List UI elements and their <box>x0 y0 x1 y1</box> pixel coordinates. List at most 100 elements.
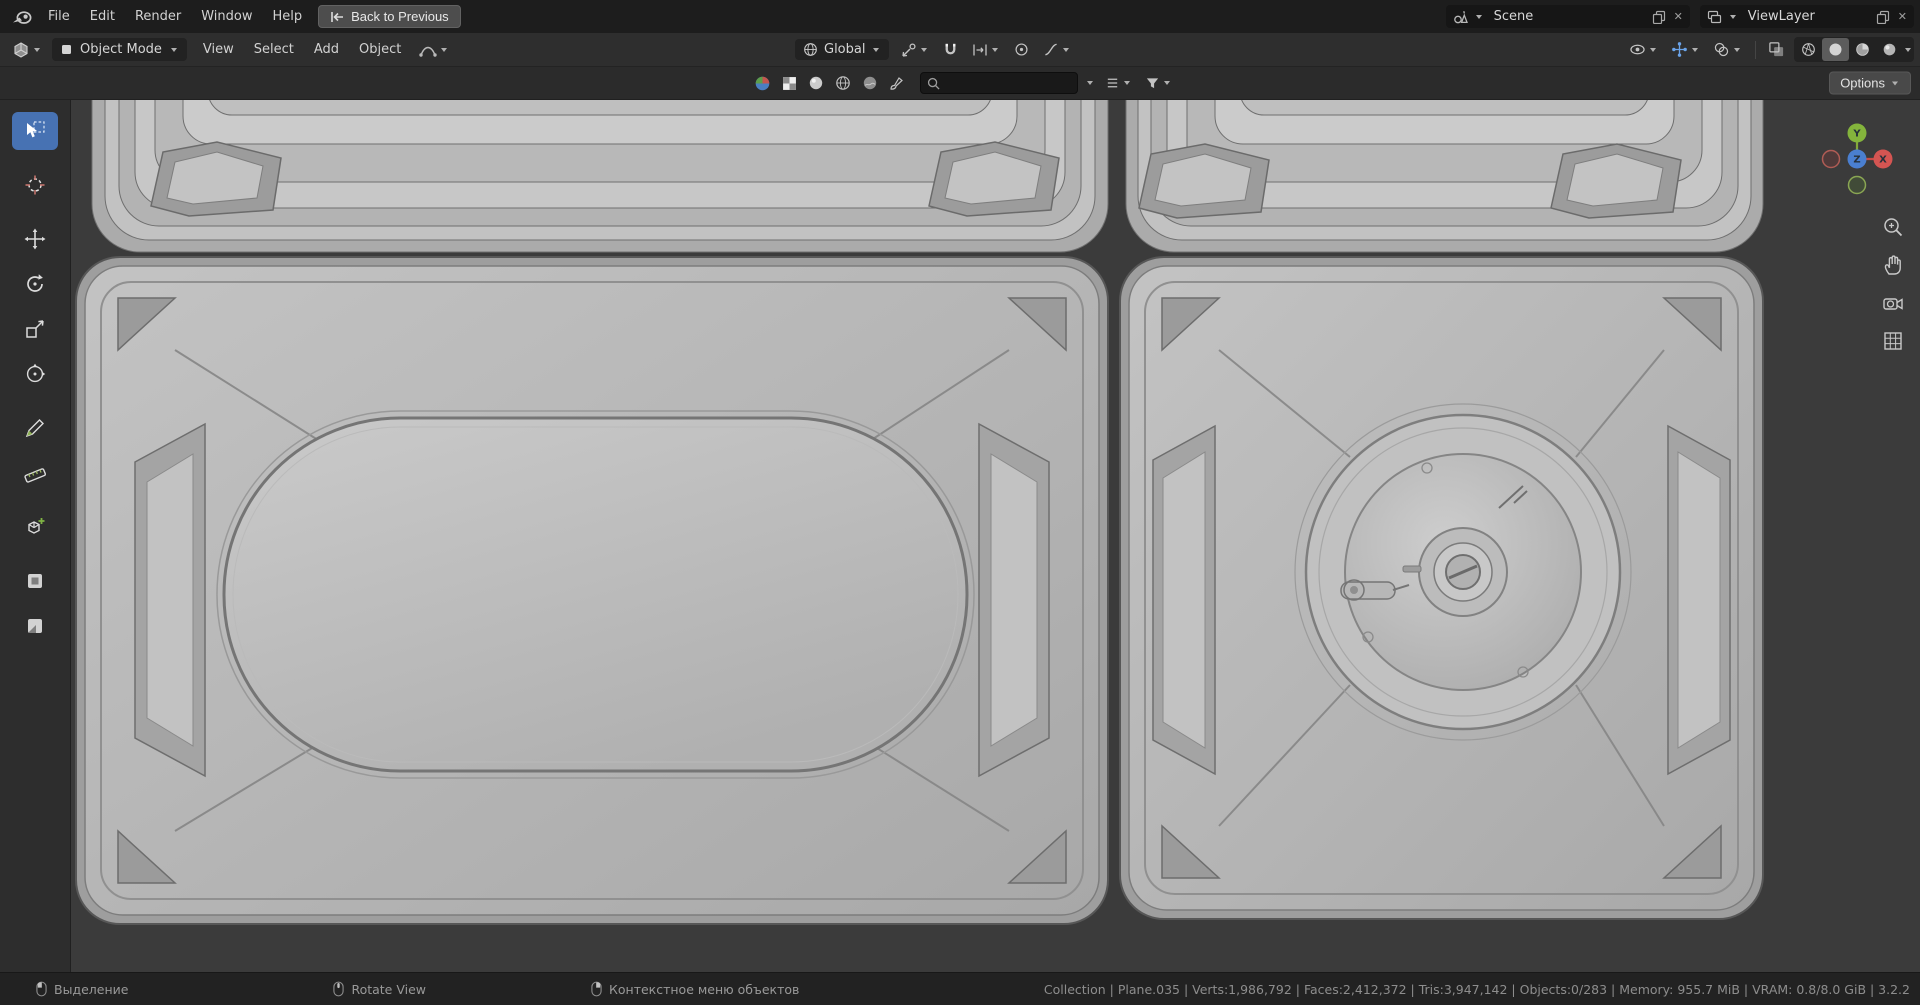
blender-logo-icon[interactable] <box>6 9 38 25</box>
falloff-selector[interactable] <box>1040 40 1074 59</box>
tool-transform[interactable] <box>12 355 58 393</box>
shading-solid-button[interactable] <box>1822 38 1849 61</box>
hint-rotate-view: Rotate View <box>333 981 426 997</box>
proportional-projected-icon[interactable] <box>1012 40 1031 59</box>
chevron-down-icon <box>873 47 880 52</box>
copy-viewlayer-icon[interactable] <box>1874 10 1892 24</box>
filter-selector[interactable] <box>1142 74 1175 92</box>
viewlayer-icon[interactable] <box>1705 10 1724 24</box>
annotate-pencil-icon <box>25 419 44 438</box>
viewport-menus: View Select Add Object <box>193 38 411 61</box>
orientation-selector[interactable]: Global <box>795 39 890 60</box>
chevron-down-icon[interactable] <box>1087 81 1093 85</box>
tool-cursor[interactable] <box>12 166 58 204</box>
tool-scale[interactable] <box>12 310 58 348</box>
snap-toggle-magnet-icon[interactable] <box>941 40 960 59</box>
search-field[interactable] <box>920 72 1078 94</box>
overlays-toggle[interactable] <box>1710 39 1745 60</box>
scale-icon <box>26 320 44 338</box>
back-arrow-icon <box>331 11 344 22</box>
scene-stats: Collection | Plane.035 | Verts:1,986,792… <box>1043 981 1910 997</box>
gizmo-axis-neg-x[interactable] <box>1821 149 1841 169</box>
object-mode-icon <box>60 43 73 56</box>
corner-square-icon <box>28 619 42 633</box>
shading-wireframe-button[interactable] <box>1795 38 1822 61</box>
chevron-down-icon[interactable] <box>1729 14 1736 19</box>
tweak-curve-icon <box>419 46 438 57</box>
tool-annotate[interactable] <box>12 409 58 447</box>
brush-icon[interactable] <box>887 73 907 93</box>
chevron-down-icon[interactable] <box>1475 14 1482 19</box>
matcap-sphere-icon[interactable] <box>806 73 826 93</box>
snap-target-selector[interactable] <box>898 40 932 60</box>
display-mode-selector[interactable] <box>1102 74 1135 92</box>
tool-settings-bar: Options <box>0 67 1920 100</box>
tool-measure[interactable] <box>12 454 58 492</box>
menu-object[interactable]: Object <box>349 38 411 61</box>
tool-extra-b[interactable] <box>12 607 58 645</box>
texture-checker-icon[interactable] <box>779 73 799 93</box>
tool-move[interactable] <box>12 220 58 258</box>
viewport-canvas[interactable] <box>71 100 1920 972</box>
navigation-gizmo[interactable]: Y X Z <box>1817 119 1897 199</box>
zoom-button[interactable] <box>1878 212 1908 242</box>
menu-select[interactable]: Select <box>244 38 304 61</box>
menu-edit[interactable]: Edit <box>80 5 125 28</box>
gizmos-toggle[interactable] <box>1668 39 1703 60</box>
world-sphere-icon[interactable] <box>860 73 880 93</box>
scene-name-field[interactable]: Scene <box>1488 7 1646 26</box>
viewport-3d[interactable]: Y X Z <box>71 100 1920 972</box>
object-visibility-selector[interactable] <box>1626 40 1661 59</box>
blender-window: File Edit Render Window Help Back to Pre… <box>0 0 1920 1005</box>
ortho-toggle-button[interactable] <box>1878 326 1908 356</box>
gizmo-z-label: Z <box>1853 155 1860 166</box>
panel-top-left[interactable] <box>91 100 1109 253</box>
left-mouse-icon <box>36 981 47 997</box>
chevron-down-icon[interactable] <box>1905 47 1911 52</box>
tool-extra-a[interactable] <box>12 562 58 600</box>
close-viewlayer-icon[interactable]: ✕ <box>1896 10 1909 23</box>
material-ball-icon[interactable] <box>752 73 772 93</box>
panel-top-right[interactable] <box>1125 100 1764 253</box>
scene-icon[interactable] <box>1451 10 1470 24</box>
tool-select-box[interactable] <box>12 112 58 150</box>
xray-toggle[interactable] <box>1766 39 1787 60</box>
options-button[interactable]: Options <box>1829 71 1911 95</box>
viewlayer-name-field[interactable]: ViewLayer <box>1742 7 1870 26</box>
tool-add-cube[interactable] <box>12 508 58 546</box>
menu-help[interactable]: Help <box>263 5 313 28</box>
proportional-editing-toggle[interactable] <box>969 40 1003 60</box>
cursor-3d-icon <box>25 175 45 195</box>
editor-type-button[interactable] <box>8 39 46 61</box>
separator <box>1755 40 1756 59</box>
tool-rotate[interactable] <box>12 265 58 303</box>
chevron-down-icon <box>992 47 999 52</box>
mode-selector[interactable]: Object Mode <box>52 38 187 61</box>
proportional-icon <box>973 44 988 55</box>
menu-add[interactable]: Add <box>304 38 349 61</box>
copy-scene-icon[interactable] <box>1650 10 1668 24</box>
select-box-icon <box>27 121 45 138</box>
camera-icon <box>1883 298 1903 310</box>
grid-icon <box>1884 332 1902 350</box>
close-scene-icon[interactable]: ✕ <box>1672 10 1685 23</box>
menu-render[interactable]: Render <box>125 5 191 28</box>
env-sphere-icon[interactable] <box>833 73 853 93</box>
crate-right[interactable] <box>1119 256 1764 920</box>
right-mouse-icon <box>591 981 602 997</box>
search-input[interactable] <box>945 76 1060 90</box>
viewport-nav-buttons <box>1878 212 1908 356</box>
menu-window[interactable]: Window <box>191 5 262 28</box>
camera-view-button[interactable] <box>1878 288 1908 318</box>
gizmo-axis-neg-y[interactable] <box>1847 175 1867 195</box>
active-tool-options[interactable] <box>419 43 449 57</box>
hint-select-label: Выделение <box>54 981 129 997</box>
back-to-previous-button[interactable]: Back to Previous <box>318 5 461 28</box>
shading-material-button[interactable] <box>1849 38 1876 61</box>
menu-view[interactable]: View <box>193 38 244 61</box>
menu-file[interactable]: File <box>38 5 80 28</box>
transform-snap-tools: Global <box>795 33 1074 66</box>
crate-left[interactable] <box>75 256 1109 925</box>
pan-button[interactable] <box>1878 250 1908 280</box>
shading-rendered-button[interactable] <box>1876 38 1903 61</box>
